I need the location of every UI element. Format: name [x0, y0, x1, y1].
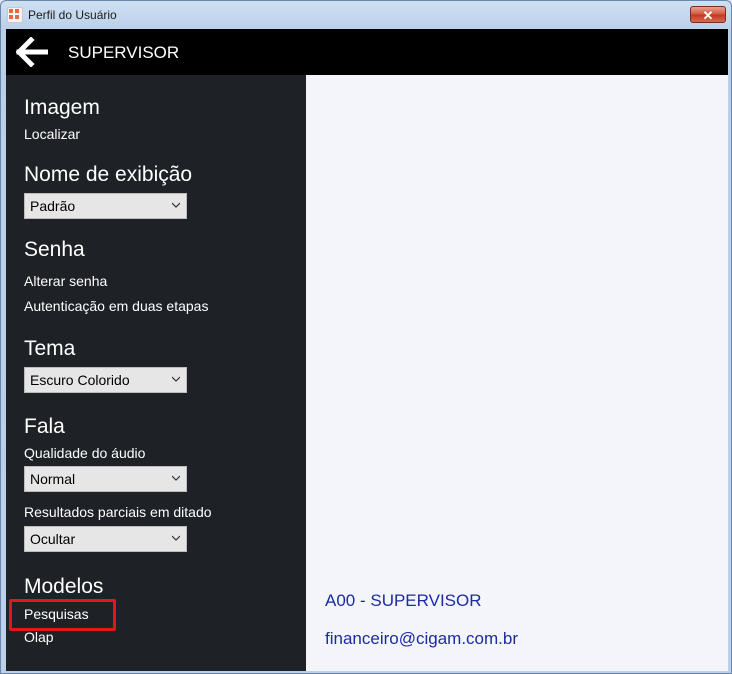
tema-select[interactable]: Escuro Colorido	[24, 367, 187, 393]
chevron-down-icon	[172, 202, 180, 208]
localizar-link[interactable]: Localizar	[24, 126, 80, 142]
qualidade-audio-select[interactable]: Normal	[24, 466, 187, 492]
client-area: SUPERVISOR Imagem Localizar Nome de exib…	[6, 29, 728, 671]
user-email: financeiro@cigam.com.br	[325, 629, 518, 648]
close-button[interactable]: ✕	[690, 6, 726, 23]
nome-exibicao-value: Padrão	[30, 198, 76, 214]
section-title-imagem: Imagem	[24, 96, 100, 119]
section-title-tema: Tema	[24, 337, 76, 360]
qualidade-audio-value: Normal	[30, 471, 76, 487]
highlight-box	[9, 599, 116, 631]
section-title-fala: Fala	[24, 415, 65, 438]
section-title-senha: Senha	[24, 238, 85, 261]
profile-content: A00 - SUPERVISOR financeiro@cigam.com.br	[306, 75, 728, 671]
alterar-senha-link[interactable]: Alterar senha	[24, 273, 107, 289]
header-bar: SUPERVISOR	[6, 29, 728, 75]
nome-exibicao-select[interactable]: Padrão	[24, 193, 187, 219]
window-title: Perfil do Usuário	[28, 8, 117, 22]
settings-sidebar: Imagem Localizar Nome de exibição Padrão…	[6, 75, 306, 671]
app-icon	[7, 7, 23, 23]
chevron-down-icon	[172, 376, 180, 382]
section-title-modelos: Modelos	[24, 575, 104, 598]
back-arrow-icon[interactable]	[16, 37, 48, 67]
resultados-parciais-value: Ocultar	[30, 531, 76, 547]
autenticacao-duas-etapas-link[interactable]: Autenticação em duas etapas	[24, 298, 208, 314]
resultados-parciais-label: Resultados parciais em ditado	[24, 504, 212, 520]
window: Perfil do Usuário ✕ SUPERVISOR Imagem Lo…	[0, 0, 732, 674]
chevron-down-icon	[172, 535, 180, 541]
olap-link[interactable]: Olap	[24, 629, 54, 645]
tema-value: Escuro Colorido	[30, 372, 130, 388]
title-bar[interactable]: Perfil do Usuário ✕	[1, 1, 731, 29]
section-title-nome-exibicao: Nome de exibição	[24, 163, 193, 186]
resultados-parciais-select[interactable]: Ocultar	[24, 526, 187, 552]
header-title: SUPERVISOR	[68, 43, 180, 62]
close-icon: ✕	[702, 8, 714, 23]
user-name: A00 - SUPERVISOR	[325, 591, 482, 610]
chevron-down-icon	[172, 475, 180, 481]
qualidade-audio-label: Qualidade do áudio	[24, 445, 146, 461]
